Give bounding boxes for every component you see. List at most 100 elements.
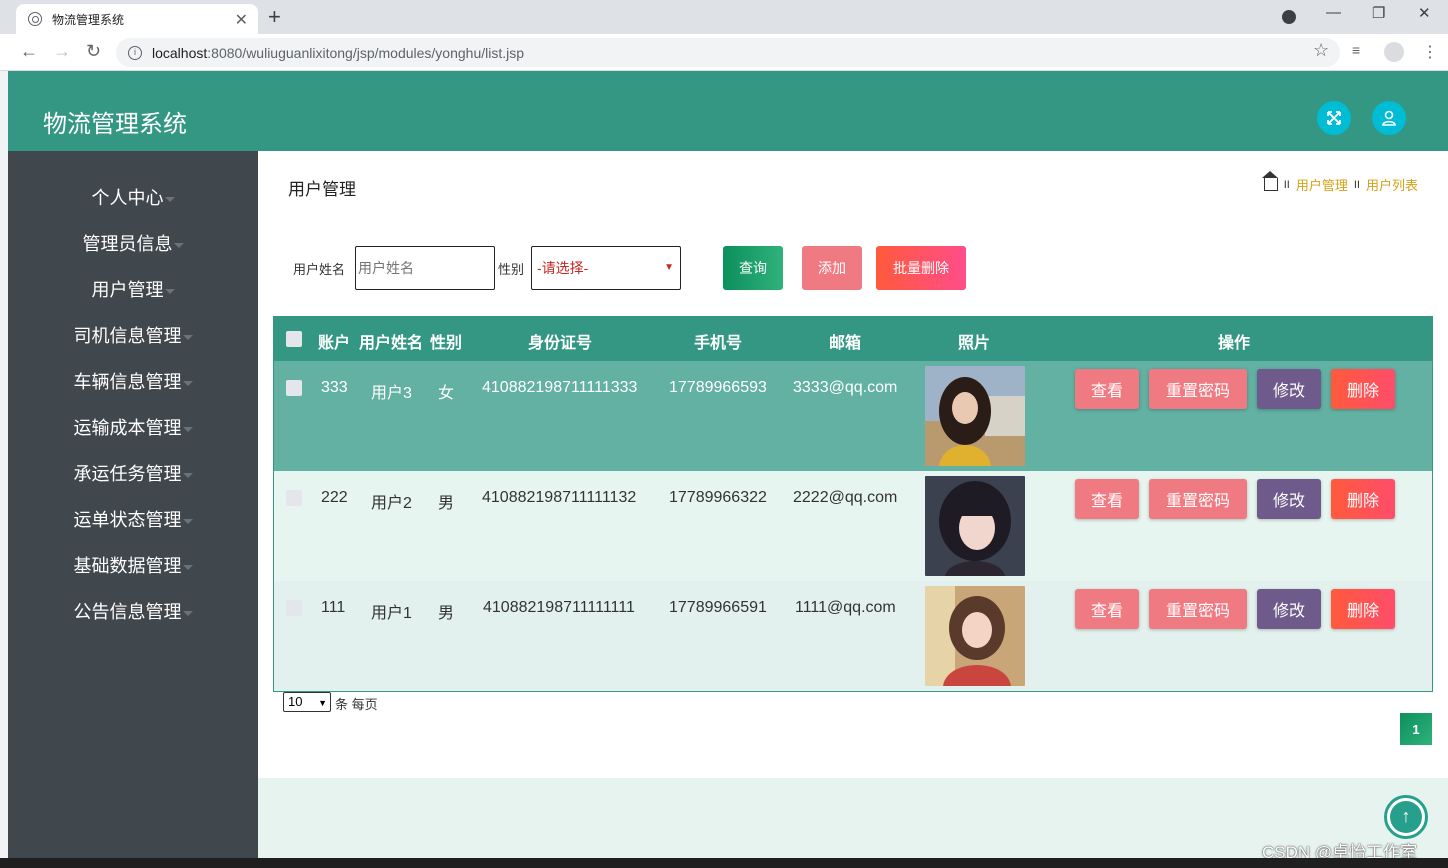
user-photo bbox=[925, 476, 1025, 576]
sidebar-item-label: 公告信息管理 bbox=[73, 602, 182, 622]
reset-password-button[interactable]: 重置密码 bbox=[1149, 479, 1247, 519]
home-icon[interactable] bbox=[1261, 171, 1278, 191]
delete-button[interactable]: 删除 bbox=[1331, 589, 1395, 629]
sidebar-item-label: 运单状态管理 bbox=[73, 510, 182, 530]
column-header-gender: 性别 bbox=[430, 335, 463, 352]
site-info-icon[interactable]: i bbox=[128, 45, 142, 60]
view-button[interactable]: 查看 bbox=[1075, 369, 1139, 409]
sidebar-item-label: 承运任务管理 bbox=[73, 464, 182, 484]
url-path: :8080/wuliuguanlixitong/jsp/modules/yong… bbox=[207, 44, 525, 61]
sidebar-item-carrier-tasks[interactable]: 承运任务管理 bbox=[8, 460, 258, 486]
table-header: 账户 用户姓名 性别 身份证号 手机号 邮箱 照片 操作 bbox=[274, 317, 1432, 361]
page-size-suffix: 条 每页 bbox=[335, 697, 378, 712]
select-all-checkbox[interactable] bbox=[286, 331, 302, 347]
breadcrumb-separator: II bbox=[1353, 178, 1360, 191]
sidebar-item-driver-management[interactable]: 司机信息管理 bbox=[8, 322, 258, 348]
sidebar-item-admin-info[interactable]: 管理员信息 bbox=[8, 230, 258, 256]
caret-down-icon bbox=[164, 288, 175, 294]
forward-icon[interactable]: → bbox=[53, 41, 71, 62]
minimize-button[interactable]: — bbox=[1326, 4, 1341, 21]
app-title: 物流管理系统 bbox=[43, 111, 187, 138]
sidebar-item-user-management[interactable]: 用户管理 bbox=[8, 276, 258, 302]
caret-down-icon bbox=[182, 334, 193, 340]
sidebar-item-personal-center[interactable]: 个人中心 bbox=[8, 184, 258, 210]
column-header-phone: 手机号 bbox=[694, 335, 743, 352]
sidebar-item-vehicle-management[interactable]: 车辆信息管理 bbox=[8, 368, 258, 394]
view-button[interactable]: 查看 bbox=[1075, 479, 1139, 519]
caret-down-icon bbox=[164, 196, 175, 202]
address-bar: ← → ↻ i localhost:8080/wuliuguanlixitong… bbox=[0, 34, 1448, 71]
fullscreen-icon[interactable] bbox=[1317, 101, 1351, 135]
sidebar-item-label: 基础数据管理 bbox=[73, 556, 182, 576]
cell-name: 用户3 bbox=[371, 385, 412, 402]
chrome-menu-icon[interactable]: ⋮ bbox=[1422, 42, 1438, 62]
sidebar: 个人中心 管理员信息 用户管理 司机信息管理 车辆信息管理 运输成本管理 承运任… bbox=[8, 151, 258, 868]
reload-icon[interactable]: ↻ bbox=[86, 41, 101, 62]
tab-close-icon[interactable]: ✕ bbox=[235, 10, 248, 30]
browser-tab[interactable]: 物流管理系统 ✕ bbox=[16, 4, 258, 34]
gender-select[interactable]: -请选择- ▼ bbox=[531, 246, 681, 290]
chevron-down-icon: ▼ bbox=[318, 698, 327, 708]
sidebar-item-waybill-status[interactable]: 运单状态管理 bbox=[8, 506, 258, 532]
batch-delete-button[interactable]: 批量删除 bbox=[876, 246, 966, 290]
url-field[interactable]: i localhost:8080/wuliuguanlixitong/jsp/m… bbox=[116, 38, 1340, 67]
cell-phone: 17789966593 bbox=[669, 379, 767, 396]
query-button[interactable]: 查询 bbox=[723, 246, 783, 290]
cell-account: 333 bbox=[321, 379, 348, 396]
cell-phone: 17789966322 bbox=[669, 489, 767, 506]
chrome-profile-icon[interactable] bbox=[1282, 10, 1296, 24]
new-tab-button[interactable]: + bbox=[268, 4, 281, 30]
page-size-value: 10 bbox=[288, 694, 303, 709]
column-header-photo: 照片 bbox=[958, 335, 991, 352]
row-checkbox[interactable] bbox=[286, 490, 302, 506]
add-button[interactable]: 添加 bbox=[802, 246, 862, 290]
reset-password-button[interactable]: 重置密码 bbox=[1149, 589, 1247, 629]
reading-list-icon[interactable]: ≡ bbox=[1352, 42, 1360, 58]
caret-down-icon bbox=[182, 564, 193, 570]
cell-name: 用户1 bbox=[371, 605, 412, 622]
user-profile-icon[interactable] bbox=[1372, 101, 1406, 135]
row-checkbox[interactable] bbox=[286, 380, 302, 396]
column-header-id-number: 身份证号 bbox=[528, 335, 593, 352]
username-search-input[interactable] bbox=[355, 246, 495, 290]
site-favicon-icon bbox=[28, 12, 42, 26]
bookmark-star-icon[interactable]: ☆ bbox=[1313, 40, 1329, 61]
page-size-select[interactable]: 10 ▼ bbox=[283, 692, 331, 712]
sidebar-item-transport-cost[interactable]: 运输成本管理 bbox=[8, 414, 258, 440]
profile-avatar-icon[interactable] bbox=[1384, 42, 1404, 62]
page-title: 用户管理 bbox=[288, 180, 356, 199]
back-icon[interactable]: ← bbox=[20, 41, 38, 62]
main-content: 用户管理 II 用户管理 II 用户列表 用户姓名 性别 -请选择- ▼ 查询 … bbox=[258, 151, 1448, 778]
scroll-to-top-button[interactable]: ↑ bbox=[1384, 795, 1428, 839]
edit-button[interactable]: 修改 bbox=[1257, 479, 1321, 519]
edit-button[interactable]: 修改 bbox=[1257, 589, 1321, 629]
row-checkbox[interactable] bbox=[286, 600, 302, 616]
delete-button[interactable]: 删除 bbox=[1331, 479, 1395, 519]
cell-phone: 17789966591 bbox=[669, 599, 767, 616]
sidebar-item-label: 司机信息管理 bbox=[73, 326, 182, 346]
breadcrumb: II 用户管理 II 用户列表 bbox=[1261, 171, 1418, 194]
cell-gender: 男 bbox=[438, 495, 455, 512]
breadcrumb-user-list: 用户列表 bbox=[1365, 178, 1418, 193]
caret-down-icon bbox=[173, 242, 184, 248]
sidebar-item-label: 管理员信息 bbox=[82, 234, 173, 254]
reset-password-button[interactable]: 重置密码 bbox=[1149, 369, 1247, 409]
column-header-name: 用户姓名 bbox=[359, 335, 424, 352]
view-button[interactable]: 查看 bbox=[1075, 589, 1139, 629]
sidebar-item-announcements[interactable]: 公告信息管理 bbox=[8, 598, 258, 624]
user-photo bbox=[925, 586, 1025, 686]
delete-button[interactable]: 删除 bbox=[1331, 369, 1395, 409]
username-label: 用户姓名 bbox=[293, 262, 346, 277]
cell-gender: 女 bbox=[438, 385, 455, 402]
table-row: 333 用户3 女 410882198711111333 17789966593… bbox=[274, 361, 1432, 471]
user-photo bbox=[925, 366, 1025, 466]
caret-down-icon bbox=[182, 518, 193, 524]
sidebar-item-base-data[interactable]: 基础数据管理 bbox=[8, 552, 258, 578]
cell-gender: 男 bbox=[438, 605, 455, 622]
app-header: 物流管理系统 bbox=[8, 71, 1448, 151]
breadcrumb-user-management[interactable]: 用户管理 bbox=[1296, 175, 1348, 194]
window-close-button[interactable]: ✕ bbox=[1418, 4, 1431, 22]
edit-button[interactable]: 修改 bbox=[1257, 369, 1321, 409]
restore-button[interactable]: ❐ bbox=[1372, 4, 1385, 22]
page-number-button[interactable]: 1 bbox=[1400, 713, 1432, 745]
